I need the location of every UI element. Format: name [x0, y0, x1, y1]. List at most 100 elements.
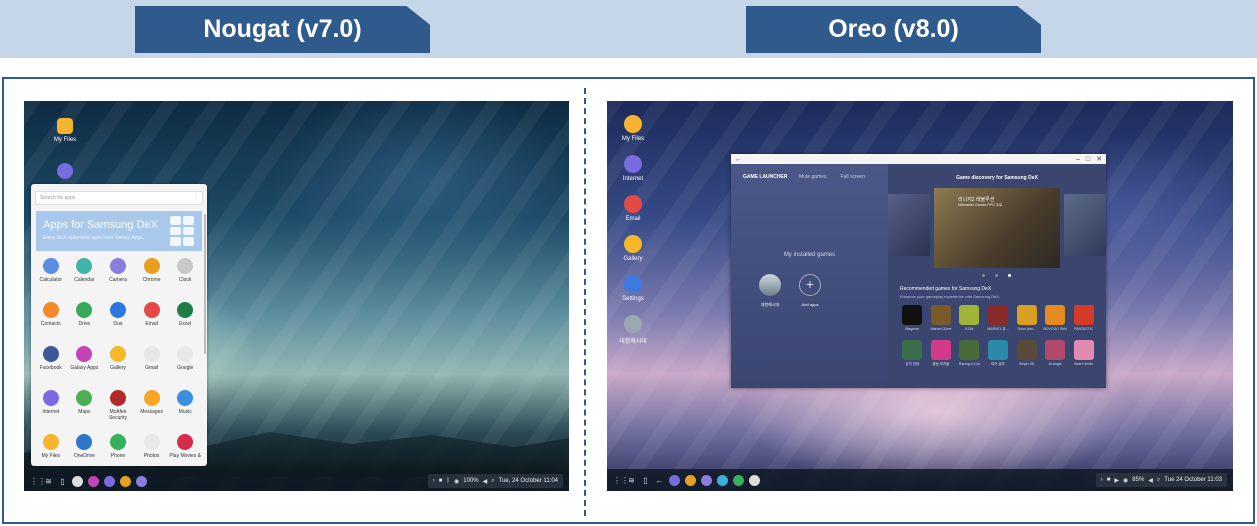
drawer-app[interactable]: Email [135, 300, 169, 339]
desktop-icon[interactable]: 대항해시대 [613, 315, 653, 345]
drawer-app[interactable]: Clock [168, 256, 202, 295]
recommended-game[interactable]: 킹의 영광 [898, 340, 927, 367]
drawer-scrollbar[interactable] [204, 214, 206, 354]
home-icon[interactable]: ▯ [641, 476, 650, 485]
maximize-icon[interactable]: □ [1086, 156, 1090, 163]
taskbar-app-icon[interactable] [733, 474, 744, 486]
drawer-app[interactable]: Facebook [34, 344, 68, 383]
back-icon[interactable]: ← [735, 156, 742, 163]
recommended-game[interactable]: Racing in Car [955, 340, 984, 367]
desktop-icon[interactable]: My Files [613, 115, 653, 142]
taskbar-app-icon[interactable] [104, 475, 115, 487]
recommended-game[interactable]: 볼링 캐치볼 [927, 340, 956, 367]
carousel-side-card[interactable] [888, 194, 930, 256]
app-icon [42, 390, 59, 406]
drawer-app[interactable]: Calendar [68, 256, 102, 295]
minimize-icon[interactable]: – [1076, 156, 1080, 163]
drawer-app[interactable]: Gallery [101, 344, 135, 383]
recommended-game[interactable]: Sniper 3D [1012, 340, 1041, 367]
game-thumbnail [930, 305, 951, 325]
search-icon[interactable]: ⌕ [491, 478, 494, 485]
app-label: Phone [110, 453, 126, 459]
status-area[interactable]: › ■ ▶ ◉ 85% ◀ ⌕ Tue 24 October 11:03 [1095, 473, 1227, 487]
app-icon [42, 346, 59, 362]
drawer-app[interactable]: McAfee Security [101, 388, 135, 427]
taskbar-app-icon[interactable] [717, 474, 728, 486]
drawer-app[interactable]: Messages [135, 388, 169, 427]
drawer-app[interactable]: Chrome [135, 256, 169, 295]
taskbar-app-icon[interactable] [749, 474, 760, 486]
featured-game-card[interactable]: 리니지2 레볼루션 Netmarble Games RPG 무료 [934, 188, 1060, 268]
chevron-right-icon[interactable]: › [433, 478, 435, 484]
drawer-app[interactable]: Phone [101, 432, 135, 466]
desktop-my-files[interactable]: My Files [45, 118, 85, 143]
back-icon[interactable]: ← [655, 476, 664, 485]
search-icon[interactable]: ⌕ [1157, 477, 1160, 484]
app-icon [76, 434, 93, 450]
desktop-icon[interactable]: Email [613, 195, 653, 222]
drawer-app[interactable]: Play Movies & [168, 432, 202, 466]
desktop-icon[interactable]: Settings [613, 275, 653, 302]
desktop-icon[interactable]: Gallery [613, 235, 653, 262]
status-area[interactable]: › ■ ᛒ ◉ 100% ◀ ⌕ Tue, 24 October 11:04 [427, 474, 563, 488]
home-icon[interactable]: ▯ [58, 477, 67, 486]
drawer-app[interactable]: Music [168, 388, 202, 427]
fullscreen-toggle[interactable]: Full screen [841, 174, 865, 180]
taskbar-app-icon[interactable] [88, 475, 99, 487]
drawer-app[interactable]: Contacts [34, 300, 68, 339]
taskbar-app-icon[interactable] [136, 475, 147, 487]
drawer-app[interactable]: Google [168, 344, 202, 383]
recommended-game[interactable]: Warlord Zone [927, 305, 956, 332]
chevron-right-icon[interactable]: › [1101, 477, 1103, 483]
app-label: Calculator [39, 277, 63, 283]
drawer-app[interactable]: Camera [101, 256, 135, 295]
drawer-app[interactable]: My Files [34, 432, 68, 466]
drawer-app[interactable]: Maps [68, 388, 102, 427]
dex-apps-banner[interactable]: Apps for Samsung DeX Enjoy DeX-optimised… [36, 211, 202, 251]
drawer-app[interactable]: Photos [135, 432, 169, 466]
recommended-game[interactable]: MARVEL 퓨... [984, 305, 1013, 332]
game-label: KOM [965, 327, 974, 331]
search-input[interactable]: Search for apps ⋮ [35, 191, 203, 205]
drawer-app[interactable]: Excel [168, 300, 202, 339]
taskbar-app-icon[interactable] [685, 474, 696, 486]
drawer-app[interactable]: Calculator [34, 256, 68, 295]
desktop-internet[interactable] [45, 163, 85, 179]
recommended-game[interactable]: AI Angle [1041, 340, 1070, 367]
mute-games-toggle[interactable]: Mute games [799, 174, 827, 180]
recents-icon[interactable]: ≋ [44, 477, 53, 486]
app-icon [109, 346, 126, 362]
recommended-game[interactable]: NOVOGO Strik [1041, 305, 1070, 332]
recommended-game[interactable]: KOM [955, 305, 984, 332]
taskbar-app-icon[interactable] [669, 474, 680, 486]
taskbar-app-icon[interactable] [72, 475, 83, 487]
desktop-icon[interactable]: Internet [613, 155, 653, 182]
volume-icon[interactable]: ◀ [483, 478, 488, 485]
apps-grid-icon[interactable]: ⋮⋮ [613, 476, 629, 485]
installed-game[interactable]: 대항해시대 [759, 274, 781, 308]
drawer-app[interactable]: OneDrive [68, 432, 102, 466]
apps-grid-icon[interactable]: ⋮⋮ [30, 477, 46, 486]
drawer-app[interactable]: Internet [34, 388, 68, 427]
recommended-game[interactable]: Magnum [898, 305, 927, 332]
window-titlebar[interactable]: ← – □ ✕ [731, 154, 1106, 164]
recommended-game[interactable]: Guns Aim... [1012, 305, 1041, 332]
app-label: Google [177, 365, 194, 371]
recommended-game[interactable]: FANTASTIC [1069, 305, 1098, 332]
add-apps-button[interactable]: + Add apps [799, 274, 821, 307]
more-menu-icon[interactable]: ⋮ [193, 195, 198, 201]
recommended-game[interactable]: 피어 결투 [984, 340, 1013, 367]
desktop-icons: My Files Internet Email Gallery Settings 대항해시… [613, 115, 653, 358]
taskbar-app-icon[interactable] [120, 475, 131, 487]
carousel-side-card[interactable] [1064, 194, 1106, 256]
close-icon[interactable]: ✕ [1096, 155, 1102, 163]
featured-game-name: 리니지2 레볼루션 [958, 197, 995, 203]
drawer-app[interactable]: Galaxy Apps [68, 344, 102, 383]
recents-icon[interactable]: ≋ [627, 476, 636, 485]
drawer-app[interactable]: Gmail [135, 344, 169, 383]
volume-icon[interactable]: ◀ [1148, 477, 1153, 484]
recommended-game[interactable]: Best Fiends [1069, 340, 1098, 367]
drawer-app[interactable]: Duo [101, 300, 135, 339]
drawer-app[interactable]: Drive [68, 300, 102, 339]
taskbar-app-icon[interactable] [701, 474, 712, 486]
